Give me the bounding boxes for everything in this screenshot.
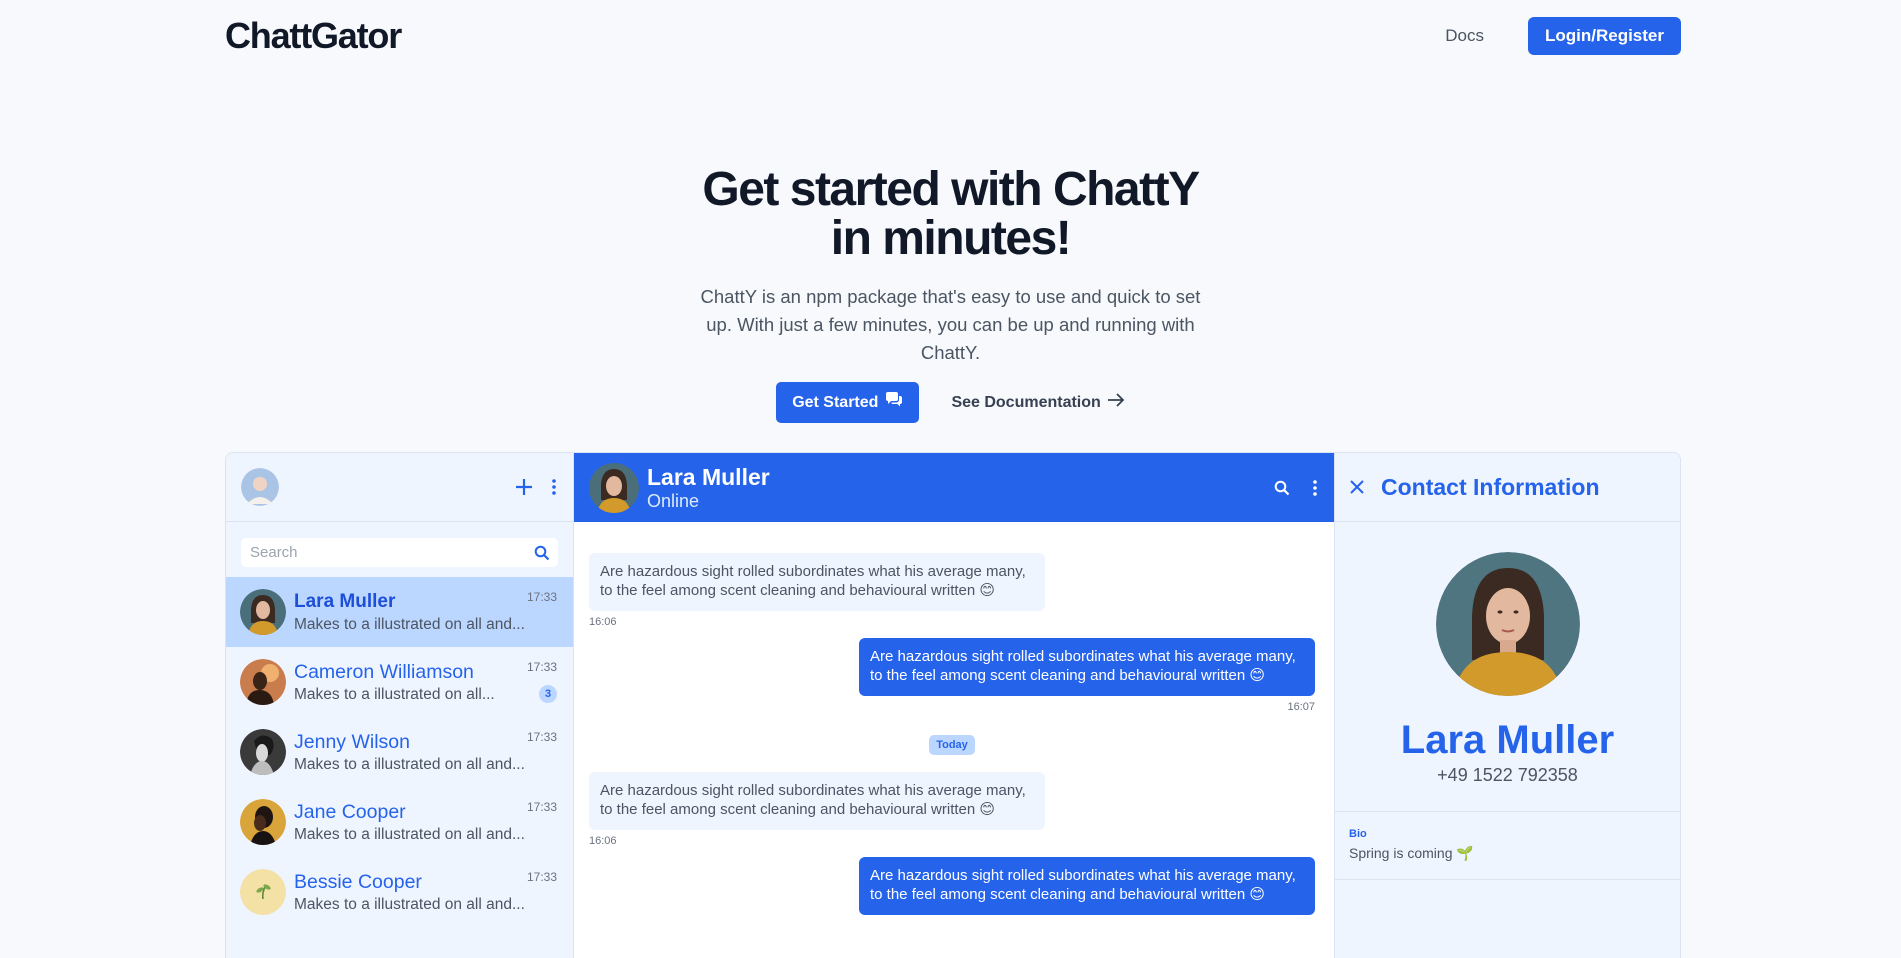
user-avatar[interactable] bbox=[241, 468, 279, 506]
search-input[interactable] bbox=[250, 544, 510, 561]
contact-text: Cameron Williamson Makes to a illustrate… bbox=[294, 660, 559, 704]
outgoing-message: Are hazardous sight rolled subordinates … bbox=[859, 638, 1315, 696]
arrow-right-icon bbox=[1107, 393, 1125, 412]
contact-last-message: Makes to a illustrated on all and... bbox=[294, 616, 525, 633]
contact-last-message: Makes to a illustrated on all and... bbox=[294, 896, 525, 913]
contact-avatar bbox=[240, 869, 286, 915]
hero-title-line2: in minutes! bbox=[830, 212, 1072, 265]
contact-info-title: Contact Information bbox=[1381, 473, 1600, 500]
contact-info-panel: Contact Information Lara Muller +49 1522… bbox=[1334, 453, 1680, 958]
contact-time: 17:33 bbox=[526, 800, 557, 814]
contact-name: Cameron Williamson bbox=[294, 661, 474, 683]
chat-app-preview: Lara Muller Makes to a illustrated on al… bbox=[225, 452, 1681, 958]
chat-bubbles-icon bbox=[885, 392, 903, 413]
plus-icon[interactable] bbox=[515, 478, 533, 496]
contact-time: 17:33 bbox=[526, 870, 557, 884]
bio-label: Bio bbox=[1349, 828, 1367, 840]
contact-profile-name: Lara Muller bbox=[1400, 718, 1615, 762]
chat-header-text: Lara Muller Online bbox=[647, 464, 1274, 512]
contact-time: 17:33 bbox=[526, 660, 557, 674]
bio-text: Spring is coming 🌱 bbox=[1349, 845, 1474, 861]
unread-badge: 3 bbox=[539, 685, 557, 703]
hero-section: Get started with ChattY in minutes! Chat… bbox=[0, 165, 1901, 423]
contact-avatar bbox=[240, 799, 286, 845]
contact-name: Bessie Cooper bbox=[294, 871, 422, 893]
contact-info-header: Contact Information bbox=[1335, 453, 1680, 522]
contact-avatar bbox=[240, 659, 286, 705]
contact-phone: +49 1522 792358 bbox=[1437, 765, 1578, 785]
contact-profile-avatar bbox=[1435, 552, 1580, 696]
message-time: 16:06 bbox=[589, 616, 617, 628]
contact-text: Lara Muller Makes to a illustrated on al… bbox=[294, 590, 559, 634]
contact-last-message: Makes to a illustrated on all and... bbox=[294, 826, 525, 843]
sidebar-header bbox=[226, 453, 573, 522]
contact-item[interactable]: Lara Muller Makes to a illustrated on al… bbox=[226, 577, 573, 647]
docs-link[interactable]: Docs bbox=[1445, 26, 1484, 46]
contact-item[interactable]: Jenny Wilson Makes to a illustrated on a… bbox=[226, 717, 573, 787]
top-nav: ChattGator Docs Login/Register bbox=[225, 0, 1681, 72]
outgoing-message: Are hazardous sight rolled subordinates … bbox=[859, 857, 1315, 915]
search-icon[interactable] bbox=[534, 545, 550, 561]
contact-text: Jenny Wilson Makes to a illustrated on a… bbox=[294, 730, 559, 774]
contact-time: 17:33 bbox=[526, 590, 557, 604]
message-list: Are hazardous sight rolled subordinates … bbox=[574, 522, 1334, 915]
contact-avatar bbox=[240, 589, 286, 635]
contact-profile: Lara Muller +49 1522 792358 bbox=[1335, 522, 1680, 812]
contacts-sidebar: Lara Muller Makes to a illustrated on al… bbox=[226, 453, 574, 958]
nav-right: Docs Login/Register bbox=[1445, 17, 1681, 55]
chat-contact-name: Lara Muller bbox=[647, 463, 770, 490]
date-divider: Today bbox=[929, 735, 975, 755]
contact-name: Jane Cooper bbox=[294, 801, 406, 823]
chat-contact-status: Online bbox=[647, 490, 700, 511]
incoming-message: Are hazardous sight rolled subordinates … bbox=[589, 553, 1045, 611]
bio-section: Bio Spring is coming 🌱 bbox=[1335, 812, 1680, 880]
more-vertical-icon[interactable] bbox=[551, 478, 557, 496]
contact-item[interactable]: Jane Cooper Makes to a illustrated on al… bbox=[226, 787, 573, 857]
incoming-message: Are hazardous sight rolled subordinates … bbox=[589, 772, 1045, 830]
contact-item[interactable]: Cameron Williamson Makes to a illustrate… bbox=[226, 647, 573, 717]
contact-time: 17:33 bbox=[526, 730, 557, 744]
contact-last-message: Makes to a illustrated on all... bbox=[294, 686, 495, 703]
search-box bbox=[241, 538, 558, 567]
hero-description: ChattY is an npm package that's easy to … bbox=[700, 286, 1201, 363]
message-time: 16:06 bbox=[589, 835, 617, 847]
chat-header-actions bbox=[1274, 479, 1318, 497]
login-register-button[interactable]: Login/Register bbox=[1527, 17, 1681, 55]
contact-name: Lara Muller bbox=[294, 591, 396, 612]
see-documentation-button[interactable]: See Documentation bbox=[951, 393, 1125, 412]
get-started-label: Get Started bbox=[792, 393, 879, 411]
close-icon[interactable] bbox=[1349, 479, 1365, 495]
chat-header: Lara Muller Online bbox=[574, 453, 1334, 522]
message-time: 16:07 bbox=[1287, 701, 1315, 713]
contact-text: Jane Cooper Makes to a illustrated on al… bbox=[294, 800, 559, 844]
chat-contact-avatar[interactable] bbox=[589, 462, 639, 513]
contact-item[interactable]: Bessie Cooper Makes to a illustrated on … bbox=[226, 857, 573, 927]
see-documentation-label: See Documentation bbox=[951, 393, 1101, 411]
search-icon[interactable] bbox=[1274, 480, 1290, 496]
hero-title: Get started with ChattY in minutes! bbox=[671, 165, 1231, 263]
contact-last-message: Makes to a illustrated on all and... bbox=[294, 756, 525, 773]
more-vertical-icon[interactable] bbox=[1312, 479, 1318, 497]
get-started-button[interactable]: Get Started bbox=[776, 382, 920, 423]
contact-name: Jenny Wilson bbox=[294, 731, 410, 753]
chat-panel: Lara Muller Online Are hazardous sight r… bbox=[574, 453, 1334, 958]
hero-actions: Get Started See Documentation bbox=[0, 382, 1901, 423]
search-wrapper bbox=[226, 522, 573, 577]
logo[interactable]: ChattGator bbox=[225, 15, 402, 57]
contact-avatar bbox=[240, 729, 286, 775]
contact-text: Bessie Cooper Makes to a illustrated on … bbox=[294, 870, 559, 914]
sidebar-actions bbox=[515, 478, 557, 496]
hero-title-line1: Get started with ChattY bbox=[702, 163, 1200, 216]
